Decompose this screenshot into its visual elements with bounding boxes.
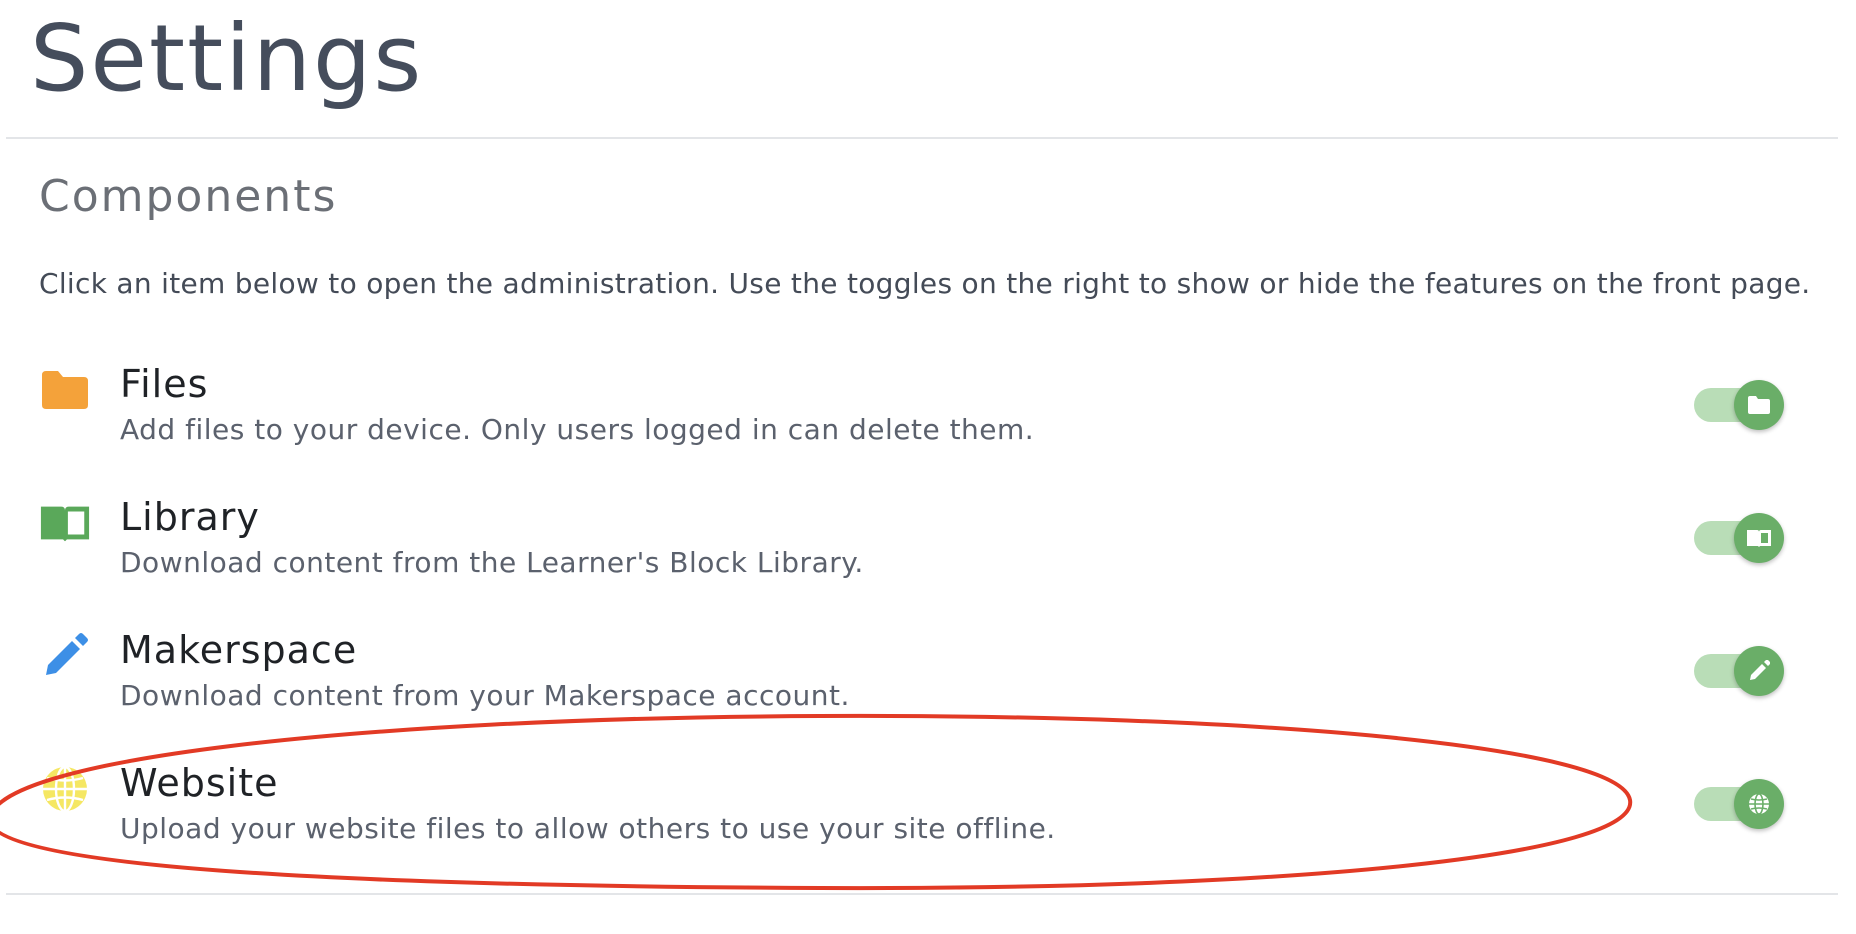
component-item-files[interactable]: Files Add files to your device. Only use… [0,360,1856,492]
section-title: Components [39,171,338,222]
page-title: Settings [30,5,424,112]
component-description: Download content from the Learner's Bloc… [120,546,864,579]
footer-divider [6,893,1838,895]
component-description: Download content from your Makerspace ac… [120,679,850,712]
section-intro: Click an item below to open the administ… [39,267,1811,300]
component-description: Add files to your device. Only users log… [120,413,1035,446]
makerspace-toggle[interactable] [1694,646,1784,696]
globe-icon [39,763,91,815]
book-icon [39,497,91,549]
pencil-icon [1734,646,1784,696]
pencil-icon [39,630,91,682]
folder-icon [39,364,91,416]
library-toggle[interactable] [1694,513,1784,563]
globe-icon [1734,779,1784,829]
files-toggle[interactable] [1694,380,1784,430]
component-description: Upload your website files to allow other… [120,812,1056,845]
component-item-makerspace[interactable]: Makerspace Download content from your Ma… [0,626,1856,758]
component-name: Library [120,495,260,539]
component-name: Files [120,362,209,406]
website-toggle[interactable] [1694,779,1784,829]
component-item-library[interactable]: Library Download content from the Learne… [0,493,1856,625]
component-name: Website [120,761,279,805]
book-icon [1734,513,1784,563]
component-name: Makerspace [120,628,358,672]
header-divider [6,137,1838,139]
component-item-website[interactable]: Website Upload your website files to all… [0,759,1856,891]
folder-icon [1734,380,1784,430]
